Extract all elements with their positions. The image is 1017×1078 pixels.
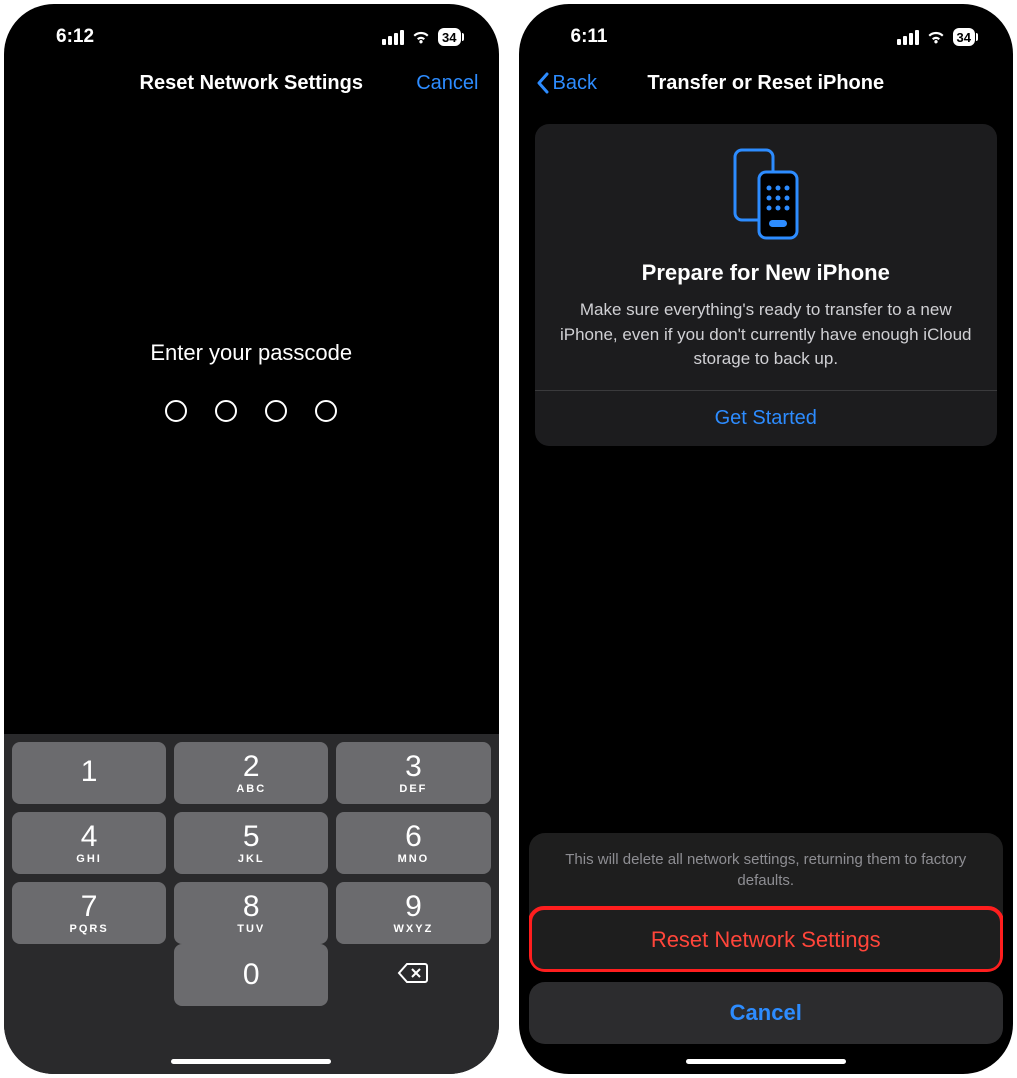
backspace-button[interactable] [336,944,490,1006]
status-indicators: 34 [897,28,975,46]
passcode-dot [215,400,237,422]
battery-level: 34 [957,30,971,45]
status-time: 6:11 [571,26,608,48]
key-7[interactable]: 7PQRS [12,882,166,944]
reset-network-settings-button[interactable]: Reset Network Settings [530,908,1003,971]
backspace-icon [397,961,429,990]
key-1[interactable]: 1 [12,742,166,804]
action-sheet: This will delete all network settings, r… [519,833,1014,1074]
wifi-icon [926,29,946,45]
phone-passcode-screen: 6:12 34 Reset Network Settings Cancel En… [4,4,499,1074]
key-8[interactable]: 8TUV [174,882,328,944]
page-title: Transfer or Reset iPhone [647,72,884,95]
passcode-dots [165,400,337,422]
phone-transfer-reset-screen: 6:11 34 Back Transfer or Reset iPhone [519,4,1014,1074]
battery-level: 34 [442,30,456,45]
passcode-dot [315,400,337,422]
nav-bar: Reset Network Settings Cancel [4,58,499,108]
transfer-iphone-icon [553,146,980,242]
home-indicator[interactable] [686,1059,846,1064]
action-sheet-group: This will delete all network settings, r… [529,833,1004,972]
cellular-signal-icon [382,30,404,45]
wifi-icon [411,29,431,45]
back-label: Back [553,72,597,95]
content-area: Prepare for New iPhone Make sure everyth… [519,108,1014,462]
passcode-area: Enter your passcode [4,108,499,734]
status-bar: 6:11 34 [519,4,1014,58]
passcode-dot [265,400,287,422]
card-description: Make sure everything's ready to transfer… [553,298,980,390]
home-indicator[interactable] [171,1059,331,1064]
numeric-keypad-bottom: 0 [4,944,499,1014]
action-sheet-message: This will delete all network settings, r… [529,833,1004,907]
nav-bar: Back Transfer or Reset iPhone [519,58,1014,108]
passcode-prompt: Enter your passcode [150,340,352,366]
key-5[interactable]: 5JKL [174,812,328,874]
key-9[interactable]: 9WXYZ [336,882,490,944]
passcode-dot [165,400,187,422]
status-bar: 6:12 34 [4,4,499,58]
key-4[interactable]: 4GHI [12,812,166,874]
numeric-keypad: 1 2ABC 3DEF 4GHI 5JKL 6MNO 7PQRS 8TUV 9W… [4,734,499,944]
key-0[interactable]: 0 [174,944,328,1006]
card-title: Prepare for New iPhone [553,260,980,286]
back-button[interactable]: Back [535,58,597,108]
cancel-button[interactable]: Cancel [416,58,478,108]
cellular-signal-icon [897,30,919,45]
get-started-button[interactable]: Get Started [553,391,980,446]
page-title: Reset Network Settings [140,72,363,95]
status-indicators: 34 [382,28,460,46]
cancel-button[interactable]: Cancel [529,982,1004,1044]
key-6[interactable]: 6MNO [336,812,490,874]
key-3[interactable]: 3DEF [336,742,490,804]
battery-icon: 34 [953,28,975,46]
key-2[interactable]: 2ABC [174,742,328,804]
battery-icon: 34 [438,28,460,46]
prepare-card: Prepare for New iPhone Make sure everyth… [535,124,998,446]
status-time: 6:12 [56,26,94,48]
keypad-spacer [4,1014,499,1074]
chevron-left-icon [535,72,551,94]
